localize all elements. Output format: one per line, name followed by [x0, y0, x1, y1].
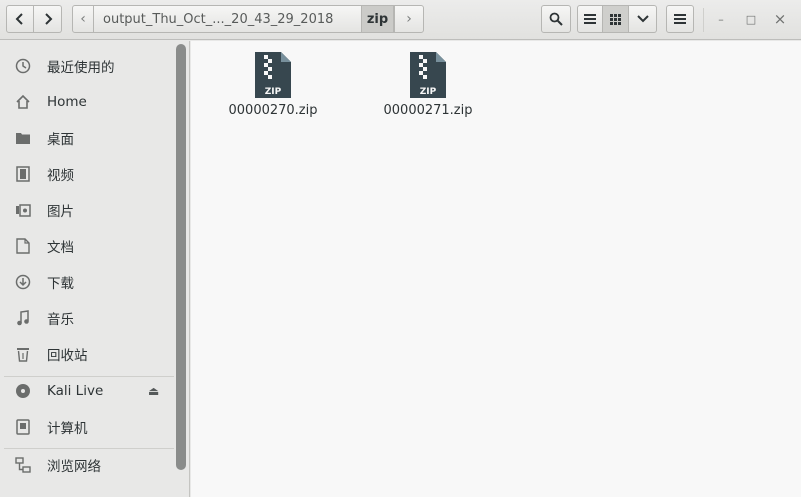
drive-icon	[14, 418, 32, 436]
document-icon	[14, 237, 32, 255]
sidebar-item-label: 音乐	[47, 312, 74, 328]
path-scroll-left-button[interactable]: ‹	[72, 5, 94, 33]
history-nav	[6, 5, 62, 33]
list-view-button[interactable]	[577, 5, 603, 33]
breadcrumb-zip-folder[interactable]: zip	[362, 5, 394, 33]
file-name: 00000270.zip	[228, 103, 318, 118]
sidebar-item-kali-live[interactable]: Kali Live ⏏	[0, 373, 176, 409]
sidebar-item-recent[interactable]: 最近使用的	[0, 48, 176, 84]
back-button[interactable]	[6, 5, 34, 33]
video-icon	[14, 165, 32, 183]
file-view[interactable]: ZIP 00000270.zip ZIP 00000271.zip	[191, 41, 801, 497]
sidebar-item-label: Kali Live	[47, 383, 104, 399]
sidebar-item-browse-network[interactable]: 浏览网络	[0, 447, 176, 483]
picture-icon	[14, 201, 32, 219]
breadcrumb-output-folder[interactable]: output_Thu_Oct_..._20_43_29_2018	[94, 5, 362, 33]
sidebar-item-label: 下载	[47, 276, 74, 292]
sidebar-item-label: 浏览网络	[47, 459, 101, 475]
file-item[interactable]: ZIP 00000270.zip	[208, 52, 338, 132]
sidebar-item-desktop[interactable]: 桌面	[0, 120, 176, 156]
sidebar-item-label: 桌面	[47, 132, 74, 148]
sidebar-item-label: 视频	[47, 168, 74, 184]
trash-icon	[14, 345, 32, 363]
list-view-icon	[584, 14, 596, 24]
path-bar: ‹ output_Thu_Oct_..._20_43_29_2018 zip ›	[72, 5, 424, 33]
close-icon: ×	[773, 10, 787, 28]
grid-view-icon	[610, 13, 621, 25]
network-icon	[14, 456, 32, 474]
desktop-folder-icon	[14, 129, 32, 147]
file-name: 00000271.zip	[383, 103, 473, 118]
zip-file-icon: ZIP	[255, 52, 291, 98]
path-scroll-left-arrow: ‹	[80, 11, 86, 27]
menu-button[interactable]	[666, 5, 694, 33]
sidebar-item-music[interactable]: 音乐	[0, 300, 176, 336]
sidebar-item-documents[interactable]: 文档	[0, 228, 176, 264]
breadcrumb-label: output_Thu_Oct_..._20_43_29_2018	[103, 11, 334, 27]
zip-badge: ZIP	[420, 87, 437, 97]
grid-view-button[interactable]	[603, 5, 629, 33]
view-switcher	[577, 5, 657, 33]
sidebar-item-label: 最近使用的	[47, 60, 115, 76]
maximize-button[interactable]: □	[741, 9, 761, 29]
zip-badge: ZIP	[265, 87, 282, 97]
zip-file-icon: ZIP	[410, 52, 446, 98]
download-icon	[14, 273, 32, 291]
breadcrumb-label: zip	[366, 11, 389, 27]
header-bar: ‹ output_Thu_Oct_..._20_43_29_2018 zip ›	[0, 0, 801, 40]
close-button[interactable]: ×	[770, 9, 790, 29]
home-icon	[14, 93, 32, 111]
recent-icon	[14, 57, 32, 75]
sidebar-item-label: 回收站	[47, 348, 88, 364]
sidebar-item-label: Home	[47, 94, 87, 110]
forward-button[interactable]	[34, 5, 62, 33]
sidebar-item-label: 文档	[47, 240, 74, 256]
view-options-button[interactable]	[629, 5, 657, 33]
search-icon	[549, 12, 563, 26]
minimize-icon: –	[718, 12, 724, 26]
path-scroll-right-button[interactable]: ›	[394, 5, 424, 33]
sidebar-item-label: 计算机	[47, 421, 88, 437]
disc-icon	[14, 382, 32, 400]
path-scroll-right-arrow: ›	[406, 11, 412, 27]
file-item[interactable]: ZIP 00000271.zip	[363, 52, 493, 132]
sidebar-item-home[interactable]: Home	[0, 84, 176, 120]
chevron-down-icon	[636, 15, 649, 23]
chevron-left-icon	[15, 13, 23, 25]
sidebar-item-videos[interactable]: 视频	[0, 156, 176, 192]
sidebar-item-trash[interactable]: 回收站	[0, 336, 176, 372]
maximize-icon: □	[745, 12, 757, 26]
chevron-right-icon	[44, 13, 52, 25]
search-button[interactable]	[541, 5, 571, 33]
sidebar-item-downloads[interactable]: 下载	[0, 264, 176, 300]
hamburger-menu-icon	[674, 14, 686, 24]
sidebar-item-label: 图片	[47, 204, 74, 220]
sidebar-scrollbar[interactable]	[176, 44, 186, 470]
sidebar-item-pictures[interactable]: 图片	[0, 192, 176, 228]
minimize-button[interactable]: –	[711, 9, 731, 29]
eject-icon[interactable]: ⏏	[148, 384, 159, 398]
places-sidebar: 最近使用的 Home 桌面 视频 图片 文档 下载 音乐 回收站 Kali Li…	[0, 41, 190, 497]
music-icon	[14, 309, 32, 327]
sidebar-item-computer[interactable]: 计算机	[0, 409, 176, 445]
header-separator	[703, 8, 704, 32]
